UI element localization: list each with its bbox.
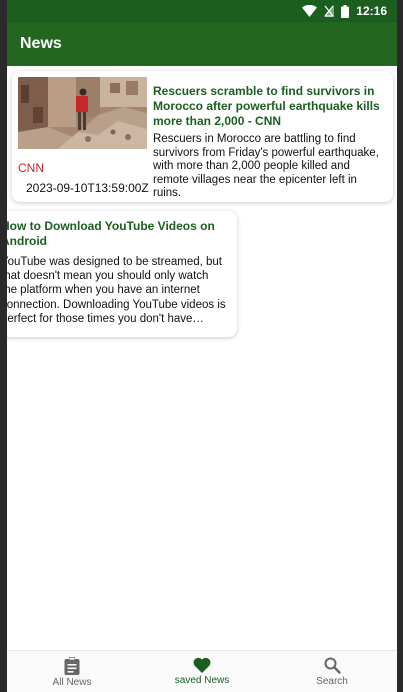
- wifi-icon: [302, 5, 318, 17]
- nav-item-saved-news[interactable]: saved News: [137, 651, 267, 692]
- status-bar: 12:16: [7, 0, 397, 22]
- nav-label-all-news: All News: [52, 677, 92, 688]
- news-list[interactable]: Rescuers scramble to find survivors in M…: [7, 66, 397, 650]
- news-card[interactable]: Rescuers scramble to find survivors in M…: [12, 71, 393, 202]
- status-icons: 12:16: [302, 3, 387, 19]
- article-date: 2023-09-10T13:59:00Z: [26, 181, 149, 195]
- nav-item-search[interactable]: Search: [267, 651, 397, 692]
- bottom-navigation: All News saved News Search: [7, 650, 397, 692]
- app-bar: News: [7, 22, 397, 66]
- news-card[interactable]: How to Download YouTube Videos on Androi…: [7, 211, 237, 337]
- article-title: How to Download YouTube Videos on Androi…: [7, 219, 215, 248]
- battery-icon: [341, 4, 350, 18]
- page-title: News: [20, 35, 62, 52]
- device-frame-left: [0, 0, 7, 692]
- clipboard-icon: [64, 657, 80, 675]
- article-thumbnail: [18, 77, 147, 149]
- heart-icon: [193, 657, 211, 673]
- article-title: Rescuers scramble to find survivors in M…: [153, 84, 380, 128]
- article-description: YouTube was designed to be streamed, but…: [7, 256, 226, 325]
- article-source: CNN: [18, 161, 44, 175]
- nav-label-saved-news: saved News: [174, 675, 230, 686]
- nav-item-all-news[interactable]: All News: [7, 651, 137, 692]
- device-frame-right: [397, 0, 403, 692]
- search-icon: [324, 657, 341, 674]
- nav-label-search: Search: [316, 676, 348, 687]
- article-description: Rescuers in Morocco are battling to find…: [153, 133, 379, 200]
- status-time: 12:16: [356, 4, 387, 18]
- signal-icon: [324, 5, 335, 17]
